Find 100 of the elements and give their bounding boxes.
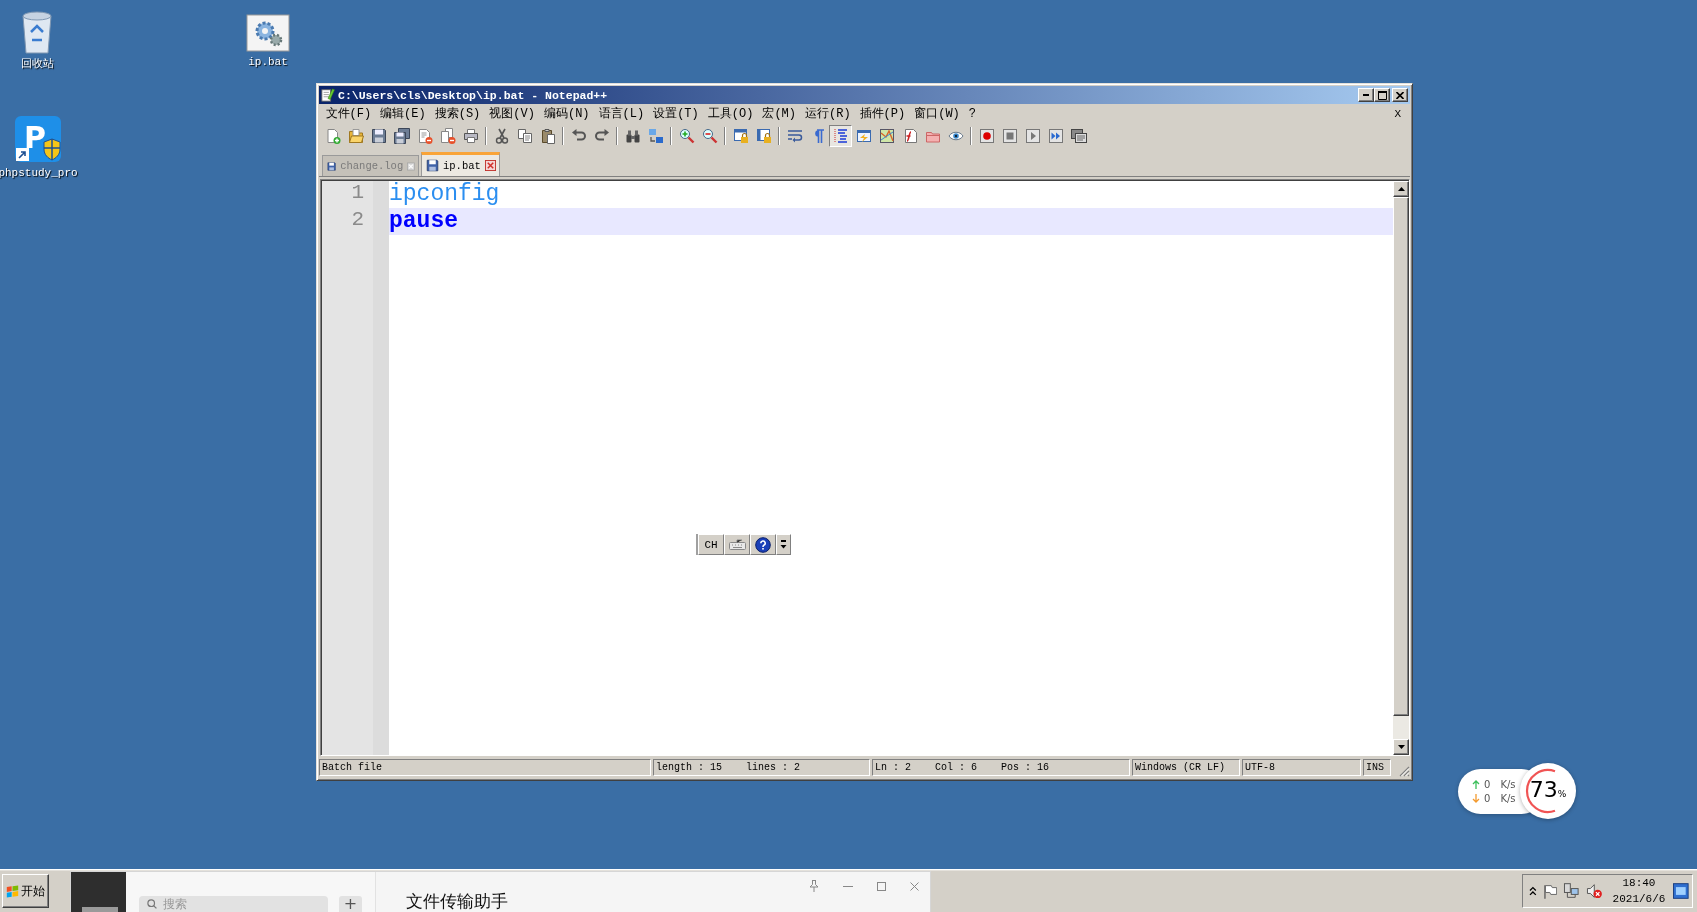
minimize-icon[interactable] — [843, 885, 853, 887]
play-icon — [1024, 128, 1041, 144]
add-button[interactable]: + — [339, 896, 362, 912]
menu-item[interactable]: 视图(V) — [484, 104, 540, 123]
lightning-window-icon — [855, 128, 872, 144]
search-field[interactable]: 搜索 — [139, 896, 328, 912]
copy-icon — [516, 128, 533, 144]
floppy-disks-icon — [393, 128, 410, 144]
input-language-button[interactable]: CH — [698, 534, 724, 555]
maximize-icon — [1377, 90, 1387, 100]
binoculars-icon — [624, 128, 641, 144]
replace-icon — [647, 128, 664, 144]
maximize-button[interactable] — [1374, 88, 1390, 102]
close-icon[interactable] — [484, 160, 496, 171]
close-icon — [1396, 91, 1404, 99]
status-text: INS — [1366, 761, 1384, 773]
menu-item[interactable]: 设置(T) — [648, 104, 704, 123]
avatar-placeholder — [82, 907, 118, 912]
code-text: ipconfig — [389, 181, 500, 208]
menu-item[interactable]: 文件(F) — [321, 104, 376, 123]
icon-label[interactable]: ip.bat — [248, 56, 288, 69]
icon-label[interactable]: 回收站 — [20, 58, 54, 71]
menu-item[interactable]: 搜索(S) — [430, 104, 485, 123]
close-button[interactable] — [1392, 88, 1408, 102]
scroll-down-button[interactable] — [1393, 739, 1409, 755]
clock-time[interactable]: 18:40 — [1622, 875, 1656, 891]
menu-item[interactable]: 编码(N) — [539, 104, 595, 123]
up-arrow-icon — [1397, 187, 1405, 191]
menu-item[interactable]: 语言(L) — [594, 104, 649, 123]
menu-item[interactable]: 编辑(E) — [375, 104, 431, 123]
line-number: 1 — [350, 181, 365, 206]
status-text: length : 15 — [656, 761, 722, 773]
pages-minus-icon — [439, 128, 456, 144]
status-text: UTF-8 — [1245, 761, 1275, 773]
status-text: Pos : 16 — [1001, 761, 1050, 773]
status-text: lines : 2 — [746, 761, 801, 773]
speaker-muted-icon[interactable] — [1586, 883, 1603, 899]
maximize-icon[interactable] — [877, 881, 886, 891]
help-button[interactable] — [750, 534, 776, 555]
locked-window-icon — [755, 128, 772, 144]
page-minus-icon — [416, 128, 433, 144]
tab[interactable]: ip.bat — [421, 152, 500, 176]
menu-item[interactable]: 窗口(W) — [909, 104, 965, 123]
clock-date[interactable]: 2021/6/6 — [1612, 891, 1666, 907]
search-icon — [147, 899, 157, 909]
menu-item[interactable]: 插件(P) — [855, 104, 910, 123]
chat-title: 文件传输助手 — [406, 891, 508, 911]
pin-icon[interactable] — [809, 880, 819, 892]
down-arrow-icon — [1397, 745, 1405, 749]
indent-guide-button[interactable] — [829, 125, 852, 147]
locked-window-icon — [732, 128, 749, 144]
stacked-windows-icon — [1070, 128, 1087, 144]
minimize-button[interactable] — [1358, 88, 1374, 102]
folder-icon — [347, 128, 364, 144]
scroll-up-button[interactable] — [1393, 181, 1409, 197]
close-icon[interactable] — [910, 881, 919, 891]
close-document-button[interactable]: X — [1391, 107, 1404, 120]
menu-item[interactable]: 工具(O) — [703, 104, 758, 123]
redo-icon — [593, 128, 610, 144]
speed-unit: K/s — [1500, 778, 1516, 791]
window-icon[interactable] — [1673, 883, 1689, 899]
flag-icon[interactable] — [1542, 883, 1558, 899]
keyboard-icon — [728, 539, 746, 550]
usage-value: 73 — [1529, 778, 1558, 802]
down-arrow-icon — [1472, 794, 1480, 803]
options-button[interactable] — [776, 534, 791, 555]
usage-ring-icon — [1525, 768, 1557, 814]
help-icon — [755, 536, 771, 553]
keyboard-button[interactable] — [724, 534, 750, 555]
scissors-icon — [493, 128, 510, 144]
download-speed: 0 — [1484, 792, 1491, 805]
stop-icon — [1001, 128, 1018, 144]
word-wrap-icon — [786, 128, 803, 144]
menu-item[interactable]: 宏(M) — [757, 104, 801, 123]
record-icon — [978, 128, 995, 144]
network-icon[interactable] — [1563, 883, 1580, 899]
zoom-in-icon — [678, 128, 695, 144]
icon-label[interactable]: phpstudy_pro — [0, 167, 78, 180]
speed-unit: K/s — [1500, 792, 1516, 805]
usage-unit: % — [1557, 789, 1567, 799]
status-text: Batch file — [322, 761, 382, 773]
resize-grip-icon[interactable] — [1399, 766, 1410, 777]
zoom-out-icon — [701, 128, 718, 144]
dropdown-icon — [780, 540, 787, 549]
status-text: Col : 6 — [935, 761, 978, 773]
code-text: pause — [389, 208, 458, 235]
recycle-bin-icon[interactable] — [19, 8, 55, 54]
chevron-up-icon[interactable] — [1529, 886, 1537, 896]
gear-file-icon[interactable] — [246, 14, 290, 52]
menu-item[interactable]: ? — [964, 104, 981, 123]
start-button[interactable]: 开始 — [2, 874, 49, 908]
line-number: 2 — [350, 208, 365, 233]
menu-item[interactable]: 运行(R) — [800, 104, 856, 123]
notepad-icon — [321, 88, 335, 102]
map-icon — [878, 128, 895, 144]
printer-icon — [462, 128, 479, 144]
flag-icon — [6, 883, 19, 899]
memory-usage-badge[interactable]: 73% — [1520, 763, 1576, 819]
indent-guide-icon — [832, 128, 849, 144]
undo-icon — [570, 128, 587, 144]
